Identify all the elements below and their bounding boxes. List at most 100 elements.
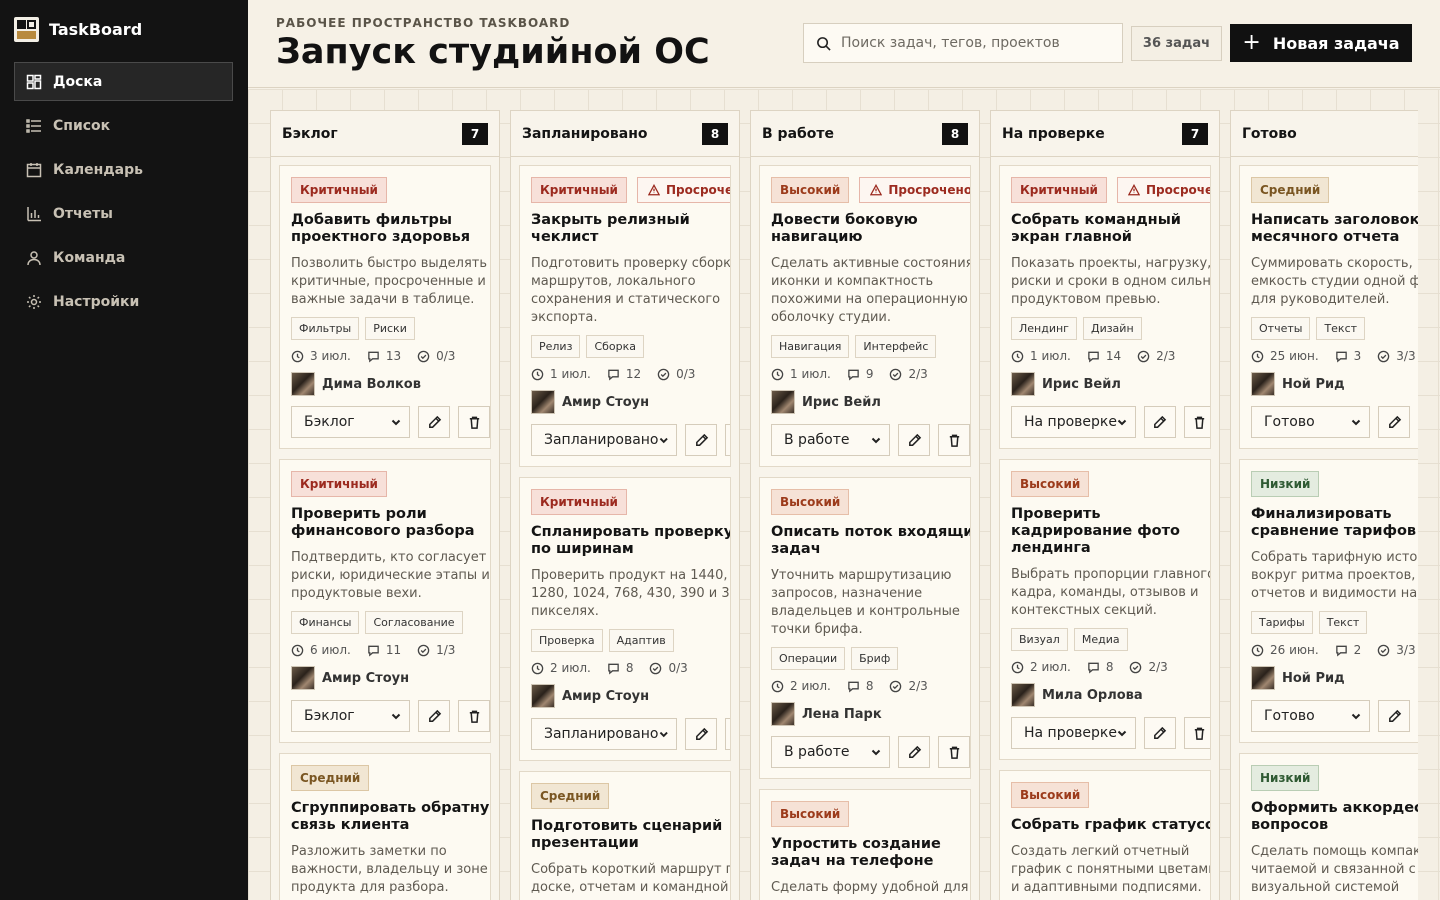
card-title[interactable]: Сгруппировать обратную связь клиента (291, 800, 490, 834)
status-select[interactable]: Бэклог (291, 406, 410, 438)
delete-button[interactable] (458, 406, 490, 438)
edit-button[interactable] (1143, 406, 1176, 438)
list-icon (26, 118, 41, 133)
status-select[interactable]: Запланировано (531, 718, 677, 750)
task-card[interactable]: Низкий Оформить аккордеон вопросов Сделать… (1239, 753, 1418, 900)
task-card[interactable]: Критичный Просрочено Закрыть релизный чекл… (519, 165, 731, 467)
edit-button[interactable] (898, 736, 930, 768)
card-title[interactable]: Закрыть релизный чеклист (531, 212, 730, 246)
delete-button[interactable] (725, 424, 730, 456)
status-select[interactable]: На проверке (1011, 717, 1136, 749)
card-title[interactable]: Упростить создание задач на телефоне (771, 836, 970, 870)
sidebar-item-0[interactable]: Доска (14, 62, 233, 101)
card-title[interactable]: Довести боковую навигацию (771, 212, 970, 246)
priority-badge: Критичный (531, 489, 627, 515)
due-date: 3 июл. (310, 349, 351, 363)
tag-chip[interactable]: Визуал (1011, 628, 1068, 651)
delete-button[interactable] (458, 700, 490, 732)
status-select[interactable]: Запланировано (531, 424, 677, 456)
sidebar-item-4[interactable]: Команда (14, 238, 233, 277)
sidebar-item-1[interactable]: Список (14, 106, 233, 145)
card-title[interactable]: Описать поток входящих задач (771, 524, 970, 558)
task-card[interactable]: Средний Подготовить сценарий презентации С… (519, 771, 731, 900)
tag-chip[interactable]: Текст (1316, 317, 1366, 340)
tag-chip[interactable]: Дизайн (1082, 317, 1142, 340)
card-title[interactable]: Проверить кадрирование фото лендинга (1011, 506, 1210, 557)
task-card[interactable]: Средний Написать заголовок месячного отче… (1239, 165, 1418, 449)
edit-button[interactable] (898, 424, 930, 456)
task-card[interactable]: Критичный Проверить роли финансового разб… (279, 459, 491, 743)
tag-chip[interactable]: Тарифы (1251, 611, 1313, 634)
tag-chip[interactable]: Медиа (1073, 628, 1128, 651)
card-title[interactable]: Спланировать проверку по ширинам (531, 524, 730, 558)
search-input[interactable] (841, 35, 1111, 51)
tag-chip[interactable]: Текст (1318, 611, 1368, 634)
status-select[interactable]: В работе (771, 736, 890, 768)
sidebar-item-3[interactable]: Отчеты (14, 194, 233, 233)
due-date: 1 июл. (550, 367, 591, 381)
status-select[interactable]: Готово (1251, 406, 1370, 438)
task-card[interactable]: Высокий Упростить создание задач на телеф… (759, 789, 971, 900)
comment-count: 12 (625, 367, 642, 381)
card-title[interactable]: Собрать командный экран главной (1011, 212, 1210, 246)
edit-button[interactable] (685, 718, 717, 750)
card-title[interactable]: Добавить фильтры проектного здоровья (291, 212, 490, 246)
tag-chip[interactable]: Адаптив (608, 629, 674, 652)
edit-button[interactable] (1378, 406, 1410, 438)
new-task-button[interactable]: + Новая задача (1230, 24, 1412, 62)
brand[interactable]: TaskBoard (14, 17, 142, 42)
card-actions: Запланировано (531, 424, 730, 456)
tag-chip[interactable]: Навигация (771, 335, 850, 358)
sidebar-nav: Доска Список Календарь Отчеты Команда Настрой… (14, 62, 233, 326)
sidebar-item-2[interactable]: Календарь (14, 150, 233, 189)
edit-button[interactable] (1378, 700, 1410, 732)
task-card[interactable]: Высокий Собрать график статусов Создать ле… (999, 770, 1211, 900)
tag-chip[interactable]: Фильтры (291, 317, 360, 340)
delete-button[interactable] (938, 736, 970, 768)
task-card[interactable]: Средний Сгруппировать обратную связь клие… (279, 753, 491, 900)
card-title[interactable]: Оформить аккордеон вопросов (1251, 800, 1418, 834)
card-meta: 1 июл. 9 2/3 (771, 367, 970, 381)
card-title[interactable]: Финализировать сравнение тарифов (1251, 506, 1418, 540)
card-title[interactable]: Собрать график статусов (1011, 817, 1210, 834)
delete-button[interactable] (938, 424, 970, 456)
tag-chip[interactable]: Лендинг (1011, 317, 1077, 340)
task-card[interactable]: Критичный Добавить фильтры проектного здо… (279, 165, 491, 449)
card-title[interactable]: Написать заголовок месячного отчета (1251, 212, 1418, 246)
sidebar-item-5[interactable]: Настройки (14, 282, 233, 321)
tag-chip[interactable]: Отчеты (1251, 317, 1311, 340)
tag-chip[interactable]: Проверка (531, 629, 603, 652)
tag-chip[interactable]: Согласование (365, 611, 463, 634)
edit-button[interactable] (418, 700, 450, 732)
task-card[interactable]: Высокий Просрочено Довести боковую навигац… (759, 165, 971, 467)
tag-chip[interactable]: Релиз (531, 335, 581, 358)
task-card[interactable]: Критичный Просрочено Собрать командный экр… (999, 165, 1211, 449)
delete-button[interactable] (1183, 406, 1210, 438)
status-select[interactable]: В работе (771, 424, 890, 456)
edit-button[interactable] (1143, 717, 1176, 749)
tag-chip[interactable]: Сборка (586, 335, 644, 358)
tag-chip[interactable]: Финансы (291, 611, 360, 634)
status-select[interactable]: Бэклог (291, 700, 410, 732)
delete-button[interactable] (725, 718, 730, 750)
status-select[interactable]: Готово (1251, 700, 1370, 732)
edit-button[interactable] (685, 424, 717, 456)
tag-chip[interactable]: Бриф (851, 647, 899, 670)
tag-list: Финансы Согласование (291, 611, 490, 634)
task-card[interactable]: Низкий Финализировать сравнение тарифов Со… (1239, 459, 1418, 743)
delete-button[interactable] (1183, 717, 1210, 749)
card-title[interactable]: Подготовить сценарий презентации (531, 818, 730, 852)
card-meta: 2 июл. 8 2/3 (1011, 660, 1210, 674)
tag-chip[interactable]: Риски (365, 317, 415, 340)
tag-chip[interactable]: Операции (771, 647, 846, 670)
status-select[interactable]: На проверке (1011, 406, 1136, 438)
task-card[interactable]: Критичный Спланировать проверку по ширина… (519, 477, 731, 761)
task-card[interactable]: Высокий Описать поток входящих задач Уточн… (759, 477, 971, 779)
status-value: На проверке (1024, 725, 1117, 741)
overdue-label: Просрочено (1145, 183, 1210, 197)
task-card[interactable]: Высокий Проверить кадрирование фото ленди… (999, 459, 1211, 760)
edit-button[interactable] (418, 406, 450, 438)
tag-chip[interactable]: Интерфейс (855, 335, 937, 358)
card-title[interactable]: Проверить роли финансового разбора (291, 506, 490, 540)
search-box[interactable] (803, 23, 1123, 63)
